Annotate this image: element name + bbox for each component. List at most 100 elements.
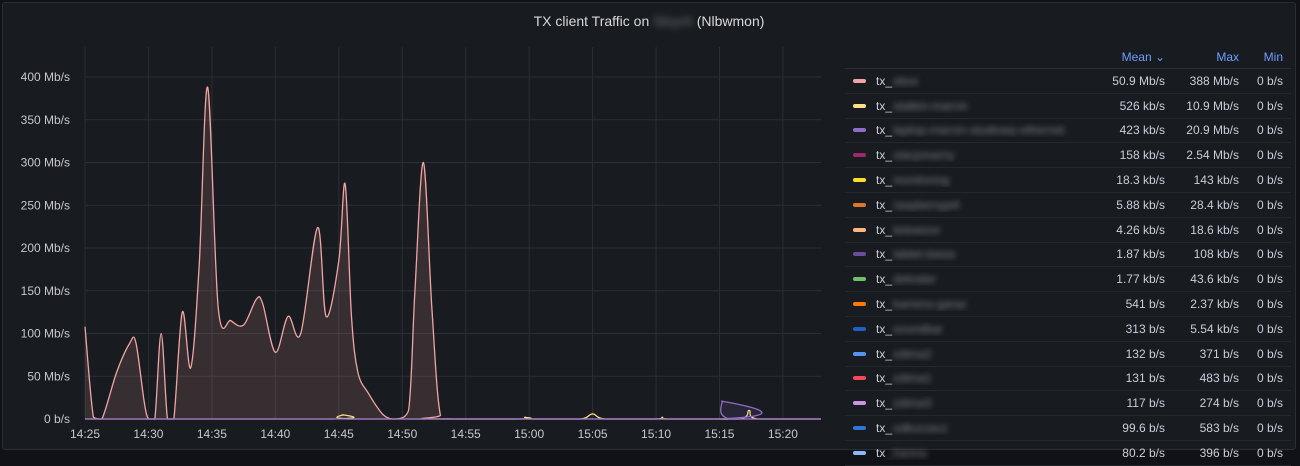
series-min: 0 b/s bbox=[1256, 272, 1283, 287]
y-tick-label: 300 Mb/s bbox=[21, 156, 70, 170]
series-name[interactable]: tx_ raspberrypi4 bbox=[845, 198, 1089, 212]
series-min: 0 b/s bbox=[1256, 222, 1283, 237]
series-mean: 313 b/s bbox=[1125, 321, 1165, 336]
legend-body: tx_ xbox 50.9 Mb/s 388 Mb/s 0 b/s tx_ statkin-… bbox=[845, 69, 1291, 466]
series-area-0 bbox=[85, 86, 821, 419]
series-color-swatch[interactable] bbox=[853, 252, 866, 257]
series-prefix: tx bbox=[876, 445, 886, 460]
x-tick-label: 14:50 bbox=[387, 427, 417, 441]
series-max: 371 b/s bbox=[1199, 346, 1239, 361]
series-color-swatch[interactable] bbox=[853, 103, 866, 108]
series-hidden-name: statkin-marcin bbox=[893, 98, 968, 113]
series-hidden-name: tablet-basia bbox=[893, 247, 956, 262]
series-hidden-name: monitoring bbox=[893, 173, 950, 188]
series-max: 5.54 kb/s bbox=[1190, 321, 1239, 336]
series-max: 396 b/s bbox=[1199, 445, 1239, 460]
series-name[interactable]: tx _hanna bbox=[845, 446, 1089, 460]
series-hidden-name: stacjonarny bbox=[893, 148, 955, 163]
series-name[interactable]: tx_ xbox bbox=[845, 74, 1089, 88]
series-hidden-name: odkurzacz bbox=[893, 421, 948, 436]
series-color-swatch[interactable] bbox=[853, 178, 866, 183]
series-mean: 423 kb/s bbox=[1119, 123, 1165, 138]
series-min: 0 b/s bbox=[1256, 396, 1283, 411]
series-max: 143 kb/s bbox=[1193, 173, 1239, 188]
series-name[interactable]: tx_ tablet-basia bbox=[845, 247, 1089, 261]
sort-max-header[interactable]: Max bbox=[1165, 50, 1239, 64]
series-name[interactable]: tx_ soundbar bbox=[845, 322, 1089, 336]
series-color-swatch[interactable] bbox=[853, 426, 866, 431]
x-tick-label: 14:55 bbox=[451, 427, 481, 441]
series-color-swatch[interactable] bbox=[853, 376, 866, 381]
legend-row[interactable]: tx_ dekoder 1.77 kb/s 43.6 kb/s 0 b/s bbox=[845, 267, 1291, 293]
series-name[interactable]: tx_ monitoring bbox=[845, 173, 1089, 187]
legend-row[interactable]: tx_ stacjonarny 158 kb/s 2.54 Mb/s 0 b/s bbox=[845, 143, 1291, 169]
series-min: 0 b/s bbox=[1256, 247, 1283, 262]
x-tick-label: 15:05 bbox=[578, 427, 608, 441]
series-name[interactable]: tx_ laptop-marcin-studiowy-ethernet bbox=[845, 123, 1089, 137]
series-name[interactable]: tx_ statkin-marcin bbox=[845, 99, 1089, 113]
series-name[interactable]: tx_ odkurzacz bbox=[845, 421, 1089, 435]
series-name[interactable]: tx_ dekoder bbox=[845, 272, 1089, 286]
sort-mean-header[interactable]: Mean ⌄ bbox=[1089, 50, 1165, 64]
series-color-swatch[interactable] bbox=[853, 78, 866, 83]
series-color-swatch[interactable] bbox=[853, 128, 866, 133]
sort-min-header[interactable]: Min bbox=[1239, 50, 1283, 64]
series-hidden-name: dekoder bbox=[893, 272, 937, 287]
series-color-swatch[interactable] bbox=[853, 401, 866, 406]
series-prefix: tx_ bbox=[876, 396, 893, 411]
series-hidden-name: kamera-garaz bbox=[893, 297, 968, 312]
legend-table: Mean ⌄ Max Min tx_ xbox 50.9 Mb/s 388 Mb/s 0… bbox=[845, 46, 1291, 466]
series-color-swatch[interactable] bbox=[853, 351, 866, 356]
legend-row[interactable]: tx_ telewizor 4.26 kb/s 18.6 kb/s 0 b/s bbox=[845, 218, 1291, 243]
series-prefix: tx_ bbox=[876, 173, 893, 188]
series-color-swatch[interactable] bbox=[853, 277, 866, 282]
legend-row[interactable]: tx_ xbox 50.9 Mb/s 388 Mb/s 0 b/s bbox=[845, 69, 1291, 94]
series-max: 108 kb/s bbox=[1193, 247, 1239, 262]
series-color-swatch[interactable] bbox=[853, 153, 866, 158]
legend-row[interactable]: tx_ laptop-marcin-studiowy-ethernet 423 kb… bbox=[845, 119, 1291, 144]
legend-row[interactable]: tx_ zdima3 117 b/s 274 b/s 0 b/s bbox=[845, 391, 1291, 417]
series-color-swatch[interactable] bbox=[853, 227, 866, 232]
series-max: 583 b/s bbox=[1199, 421, 1239, 436]
legend-row[interactable]: tx_ zdima2 132 b/s 371 b/s 0 b/s bbox=[845, 342, 1291, 367]
series-mean: 5.88 kb/s bbox=[1116, 197, 1165, 212]
series-color-swatch[interactable] bbox=[853, 326, 866, 331]
series-name[interactable]: tx_ zdima1 bbox=[845, 371, 1089, 385]
legend-row[interactable]: tx_ statkin-marcin 526 kb/s 10.9 Mb/s 0 b/s bbox=[845, 94, 1291, 119]
legend-row[interactable]: tx_ soundbar 313 b/s 5.54 kb/s 0 b/s bbox=[845, 317, 1291, 342]
series-color-swatch[interactable] bbox=[853, 302, 866, 307]
legend-row[interactable]: tx_ odkurzacz 99.6 b/s 583 b/s 0 b/s bbox=[845, 416, 1291, 441]
legend-row[interactable]: tx_ tablet-basia 1.87 kb/s 108 kb/s 0 b/s bbox=[845, 243, 1291, 268]
timeseries-chart[interactable]: 0 b/s 50 Mb/s 100 Mb/s 150 Mb/s 200 Mb/s 250 … bbox=[3, 3, 843, 449]
series-min: 0 b/s bbox=[1256, 73, 1283, 88]
legend-row[interactable]: tx_ raspberrypi4 5.88 kb/s 28.4 kb/s 0 b/s bbox=[845, 193, 1291, 218]
legend-row[interactable]: tx_ kamera-garaz 541 b/s 2.37 kb/s 0 b/s bbox=[845, 292, 1291, 317]
series-name[interactable]: tx_ zdima2 bbox=[845, 347, 1089, 361]
y-tick-label: 400 Mb/s bbox=[21, 70, 70, 84]
series-name[interactable]: tx_ zdima3 bbox=[845, 396, 1089, 410]
series-name[interactable]: tx_ stacjonarny bbox=[845, 148, 1089, 162]
series-name[interactable]: tx_ kamera-garaz bbox=[845, 297, 1089, 311]
series-hidden-name: xbox bbox=[893, 73, 919, 88]
x-tick-label: 14:40 bbox=[260, 427, 290, 441]
y-tick-label: 0 b/s bbox=[44, 412, 70, 426]
series-mean: 526 kb/s bbox=[1119, 98, 1165, 113]
series-prefix: tx_ bbox=[876, 421, 893, 436]
legend-row[interactable]: tx_ zdima1 131 b/s 483 b/s 0 b/s bbox=[845, 367, 1291, 392]
x-tick-label: 15:20 bbox=[768, 427, 798, 441]
series-mean: 132 b/s bbox=[1125, 346, 1165, 361]
series-min: 0 b/s bbox=[1256, 148, 1283, 163]
series-mean: 1.77 kb/s bbox=[1116, 272, 1165, 287]
series-hidden-name: zdima2 bbox=[893, 346, 932, 361]
legend-row[interactable]: tx_ monitoring 18.3 kb/s 143 kb/s 0 b/s bbox=[845, 168, 1291, 193]
series-max: 10.9 Mb/s bbox=[1186, 98, 1239, 113]
series-min: 0 b/s bbox=[1256, 321, 1283, 336]
series-mean: 50.9 Mb/s bbox=[1112, 73, 1165, 88]
legend-row[interactable]: tx _hanna 80.2 b/s 396 b/s 0 b/s bbox=[845, 441, 1291, 466]
series-color-swatch[interactable] bbox=[853, 450, 866, 455]
series-name[interactable]: tx_ telewizor bbox=[845, 223, 1089, 237]
series-color-swatch[interactable] bbox=[853, 202, 866, 207]
series-prefix: tx_ bbox=[876, 272, 893, 287]
series-mean: 80.2 b/s bbox=[1122, 445, 1165, 460]
series-min: 0 b/s bbox=[1256, 197, 1283, 212]
